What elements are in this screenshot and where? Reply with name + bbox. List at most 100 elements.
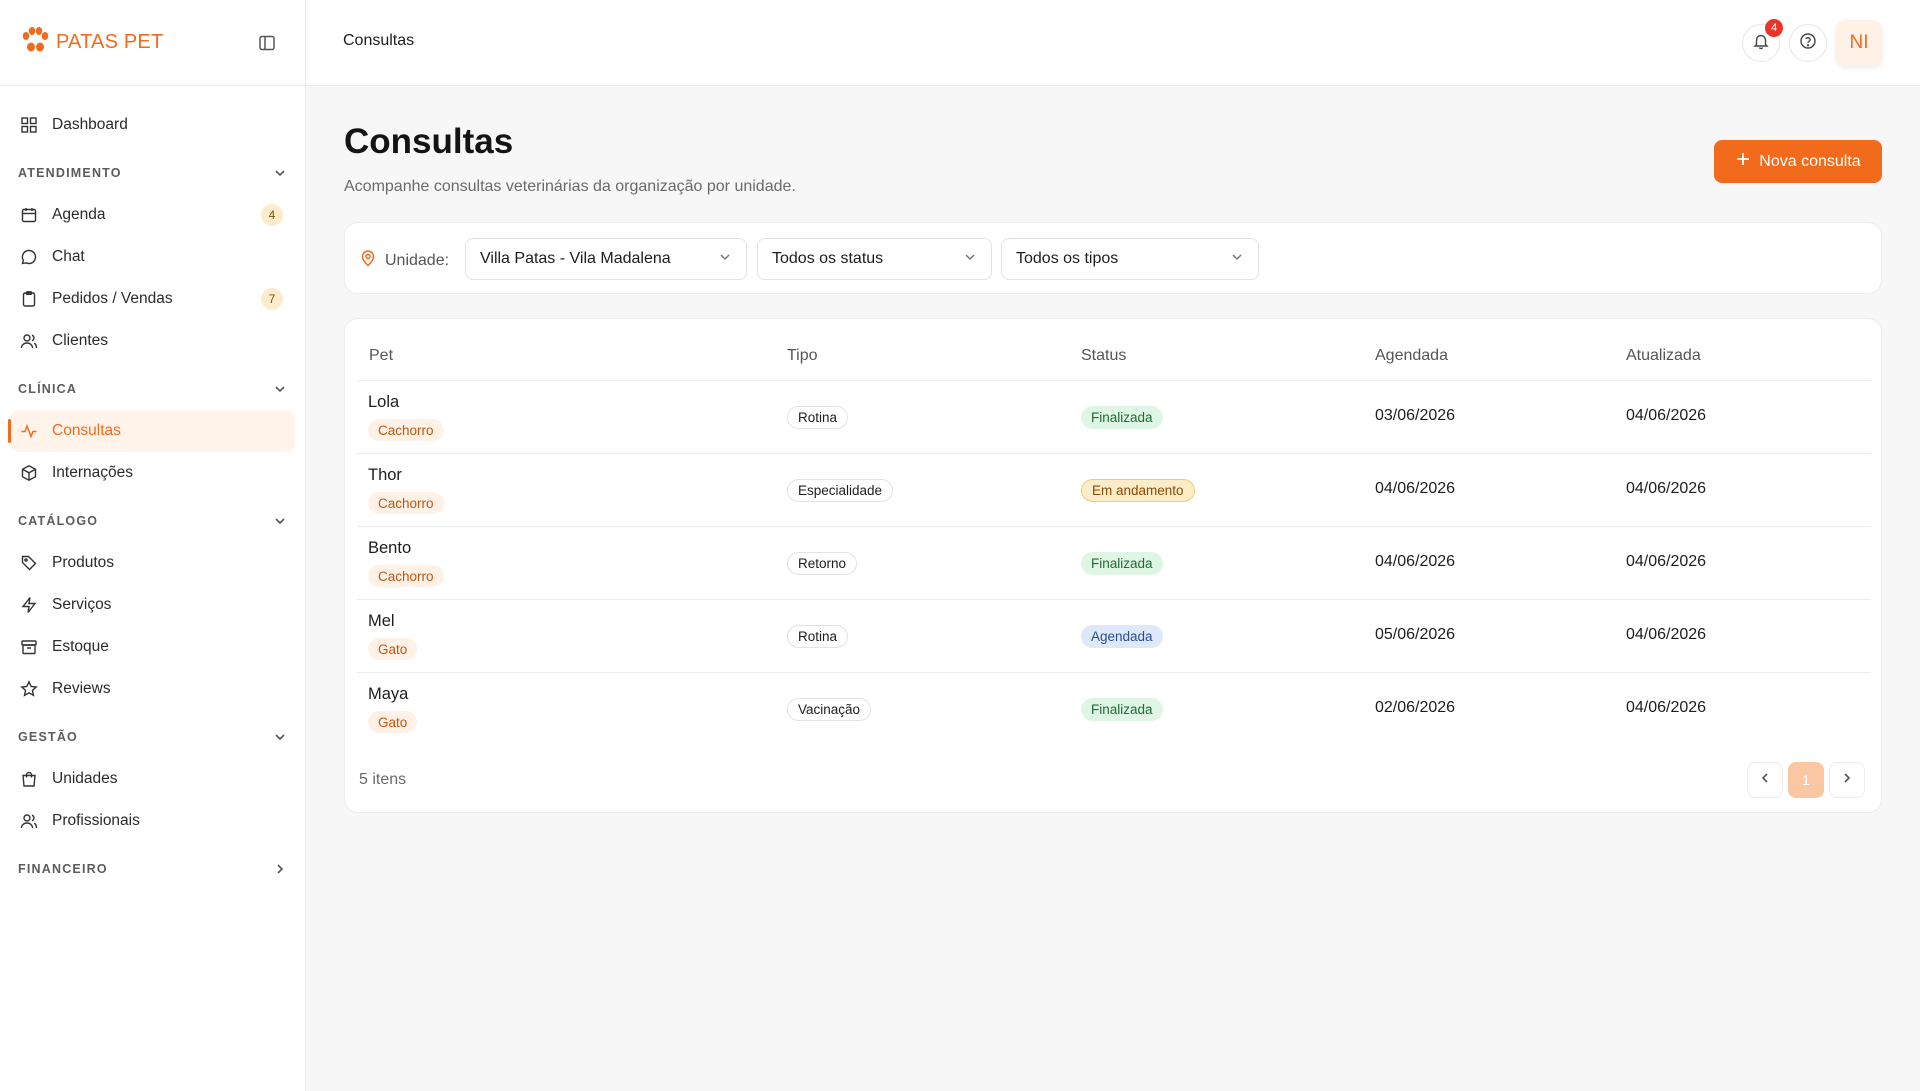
column-header-agendada[interactable]: Agendada xyxy=(1375,347,1448,365)
status-select-value: Todos os status xyxy=(772,250,884,267)
updated-date: 04/06/2026 xyxy=(1626,699,1707,716)
species-badge: Cachorro xyxy=(368,492,444,514)
sidebar-item-label: Clientes xyxy=(52,332,108,349)
section-catalogo[interactable]: CATÁLOGO xyxy=(10,500,295,542)
sidebar-item-unidades[interactable]: Unidades xyxy=(10,758,295,800)
sidebar: PATAS PET Dashboard ATENDIMENTO Agenda 4… xyxy=(0,0,306,1091)
chevron-down-icon xyxy=(1230,250,1244,269)
scheduled-date: 03/06/2026 xyxy=(1375,407,1456,424)
notifications-button[interactable]: 4 xyxy=(1742,19,1783,62)
species-badge: Cachorro xyxy=(368,565,444,587)
column-header-status[interactable]: Status xyxy=(1081,347,1126,365)
sidebar-item-produtos[interactable]: Produtos xyxy=(10,542,295,584)
sidebar-nav: Dashboard ATENDIMENTO Agenda 4 Chat Pedi… xyxy=(0,86,305,890)
clipboard-icon xyxy=(20,290,38,308)
chevron-down-icon xyxy=(273,730,287,744)
chevron-down-icon xyxy=(963,250,977,269)
topbar: Consultas 4 NI xyxy=(306,0,1920,86)
unit-filter-label: Unidade: xyxy=(359,249,449,272)
sidebar-item-internacoes[interactable]: Internações xyxy=(10,452,295,494)
box-icon xyxy=(20,464,38,482)
count-badge: 7 xyxy=(261,288,283,310)
scheduled-date: 04/06/2026 xyxy=(1375,553,1456,570)
section-gestao[interactable]: GESTÃO xyxy=(10,716,295,758)
table-row[interactable]: Mel Gato Rotina Agendada 05/06/2026 04/0… xyxy=(357,599,1871,672)
sidebar-item-reviews[interactable]: Reviews xyxy=(10,668,295,710)
status-select[interactable]: Todos os status xyxy=(757,238,992,280)
section-label: CLÍNICA xyxy=(18,382,78,396)
plus-icon xyxy=(1735,151,1751,172)
page-subtitle: Acompanhe consultas veterinárias da orga… xyxy=(344,178,796,195)
breadcrumb: Consultas xyxy=(343,32,415,49)
pet-name: Maya xyxy=(368,685,409,703)
avatar[interactable]: NI xyxy=(1836,20,1882,66)
sidebar-item-agenda[interactable]: Agenda 4 xyxy=(10,194,295,236)
sidebar-toggle-icon[interactable] xyxy=(257,33,277,53)
sidebar-item-clientes[interactable]: Clientes xyxy=(10,320,295,362)
type-badge: Especialidade xyxy=(787,479,894,502)
users-icon xyxy=(20,332,38,350)
unit-select[interactable]: Villa Patas - Vila Madalena xyxy=(465,238,747,280)
chevron-down-icon xyxy=(273,166,287,180)
sidebar-item-pedidos[interactable]: Pedidos / Vendas 7 xyxy=(10,278,295,320)
type-badge: Retorno xyxy=(787,552,858,575)
chat-bubble-icon xyxy=(20,248,38,266)
prev-page-button[interactable] xyxy=(1747,762,1783,798)
help-button[interactable] xyxy=(1789,24,1827,62)
species-badge: Gato xyxy=(368,638,418,660)
logo[interactable]: PATAS PET xyxy=(20,26,163,59)
type-badge: Rotina xyxy=(787,625,849,648)
column-header-tipo[interactable]: Tipo xyxy=(787,347,818,365)
status-badge: Em andamento xyxy=(1081,479,1195,502)
sidebar-item-consultas[interactable]: Consultas xyxy=(8,410,295,452)
logo-text: PATAS PET xyxy=(56,31,164,53)
tag-icon xyxy=(20,554,38,572)
chevron-down-icon xyxy=(718,250,732,269)
updated-date: 04/06/2026 xyxy=(1626,626,1707,643)
page-button-1[interactable]: 1 xyxy=(1788,762,1824,798)
type-badge: Vacinação xyxy=(787,698,872,721)
table-row[interactable]: Bento Cachorro Retorno Finalizada 04/06/… xyxy=(357,526,1871,599)
section-financeiro[interactable]: FINANCEIRO xyxy=(10,848,295,890)
star-icon xyxy=(20,680,38,698)
scheduled-date: 02/06/2026 xyxy=(1375,699,1456,716)
page-title: Consultas xyxy=(344,122,514,161)
count-badge: 4 xyxy=(261,204,283,226)
lightning-icon xyxy=(20,596,38,614)
chevron-down-icon xyxy=(273,382,287,396)
sidebar-item-dashboard[interactable]: Dashboard xyxy=(10,104,295,146)
filter-bar: Unidade: Villa Patas - Vila Madalena Tod… xyxy=(344,222,1882,294)
table-row[interactable]: Lola Cachorro Rotina Finalizada 03/06/20… xyxy=(357,380,1871,453)
item-count: 5 itens xyxy=(359,771,407,788)
sidebar-item-label: Reviews xyxy=(52,680,111,697)
table-row[interactable]: Thor Cachorro Especialidade Em andamento… xyxy=(357,453,1871,526)
sidebar-item-estoque[interactable]: Estoque xyxy=(10,626,295,668)
section-label: GESTÃO xyxy=(18,730,78,744)
grid-icon xyxy=(20,116,38,134)
sidebar-item-label: Consultas xyxy=(52,422,121,439)
new-consultation-button[interactable]: Nova consulta xyxy=(1714,140,1882,183)
section-atendimento[interactable]: ATENDIMENTO xyxy=(10,152,295,194)
section-label: ATENDIMENTO xyxy=(18,166,122,180)
sidebar-item-chat[interactable]: Chat xyxy=(10,236,295,278)
status-badge: Agendada xyxy=(1081,625,1163,648)
sidebar-item-profissionais[interactable]: Profissionais xyxy=(10,800,295,842)
type-badge: Rotina xyxy=(787,406,849,429)
column-header-atualizada[interactable]: Atualizada xyxy=(1626,347,1701,365)
section-clinica[interactable]: CLÍNICA xyxy=(10,368,295,410)
pet-name: Thor xyxy=(368,466,402,484)
sidebar-item-label: Internações xyxy=(52,464,133,481)
unit-select-value: Villa Patas - Vila Madalena xyxy=(480,250,671,267)
scheduled-date: 05/06/2026 xyxy=(1375,626,1456,643)
type-select[interactable]: Todos os tipos xyxy=(1001,238,1259,280)
sidebar-item-label: Agenda xyxy=(52,206,106,223)
activity-icon xyxy=(20,422,38,440)
updated-date: 04/06/2026 xyxy=(1626,480,1707,497)
sidebar-item-label: Pedidos / Vendas xyxy=(52,290,173,307)
sidebar-item-servicos[interactable]: Serviços xyxy=(10,584,295,626)
status-badge: Finalizada xyxy=(1081,552,1163,575)
column-header-pet[interactable]: Pet xyxy=(369,347,393,365)
next-page-button[interactable] xyxy=(1829,762,1865,798)
map-pin-icon xyxy=(359,249,377,272)
table-row[interactable]: Maya Gato Vacinação Finalizada 02/06/202… xyxy=(357,672,1871,745)
